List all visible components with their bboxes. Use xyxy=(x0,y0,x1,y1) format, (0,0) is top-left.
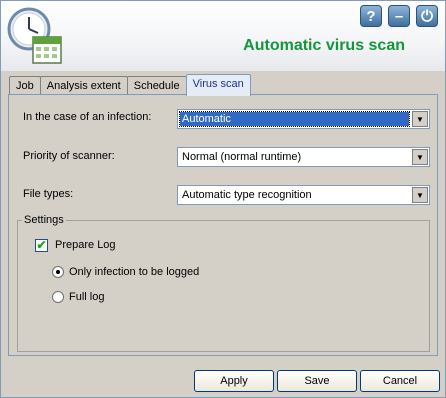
apply-button[interactable]: Apply xyxy=(194,370,274,392)
infection-value: Automatic xyxy=(179,111,410,127)
settings-group: Settings ✔ Prepare Log Only infection to… xyxy=(17,214,430,352)
file-types-select[interactable]: Automatic type recognition ▼ xyxy=(177,185,430,205)
dialog-footer: Apply Save Cancel xyxy=(1,358,445,398)
dialog-window: ? – ⏻ Automatic virus scan Job Analysis … xyxy=(0,0,446,398)
save-button[interactable]: Save xyxy=(277,370,357,392)
infection-select[interactable]: Automatic ▼ xyxy=(177,109,430,129)
full-log-radio[interactable] xyxy=(52,291,64,303)
full-log-label[interactable]: Full log xyxy=(69,291,104,303)
minimize-button[interactable]: – xyxy=(388,5,410,27)
only-infection-label[interactable]: Only infection to be logged xyxy=(69,266,199,278)
virus-scan-panel: In the case of an infection: Automatic ▼… xyxy=(8,94,438,356)
prepare-log-checkbox[interactable]: ✔ xyxy=(35,239,48,252)
power-button[interactable]: ⏻ xyxy=(416,5,438,27)
only-infection-radio[interactable] xyxy=(52,266,64,278)
infection-label: In the case of an infection: xyxy=(23,111,152,123)
clock-calendar-icon xyxy=(7,7,62,64)
cancel-button[interactable]: Cancel xyxy=(360,370,440,392)
file-types-label: File types: xyxy=(23,188,74,200)
chevron-down-icon[interactable]: ▼ xyxy=(412,149,428,165)
settings-legend: Settings xyxy=(22,214,66,226)
tab-analysis-extent[interactable]: Analysis extent xyxy=(39,76,128,96)
chevron-down-icon[interactable]: ▼ xyxy=(412,111,428,127)
tab-virus-scan[interactable]: Virus scan xyxy=(185,74,251,96)
tab-job[interactable]: Job xyxy=(9,76,41,96)
dialog-title: Automatic virus scan xyxy=(243,37,405,54)
file-types-value: Automatic type recognition xyxy=(182,189,312,201)
tab-schedule[interactable]: Schedule xyxy=(126,76,187,96)
tab-bar: Job Analysis extent Schedule Virus scan xyxy=(9,74,251,96)
chevron-down-icon[interactable]: ▼ xyxy=(412,187,428,203)
header-banner: ? – ⏻ Automatic virus scan xyxy=(1,1,445,71)
priority-value: Normal (normal runtime) xyxy=(182,151,302,163)
priority-select[interactable]: Normal (normal runtime) ▼ xyxy=(177,147,430,167)
prepare-log-label[interactable]: Prepare Log xyxy=(55,239,116,251)
radio-selected-dot xyxy=(56,270,60,274)
priority-label: Priority of scanner: xyxy=(23,150,115,162)
help-button[interactable]: ? xyxy=(360,5,382,27)
